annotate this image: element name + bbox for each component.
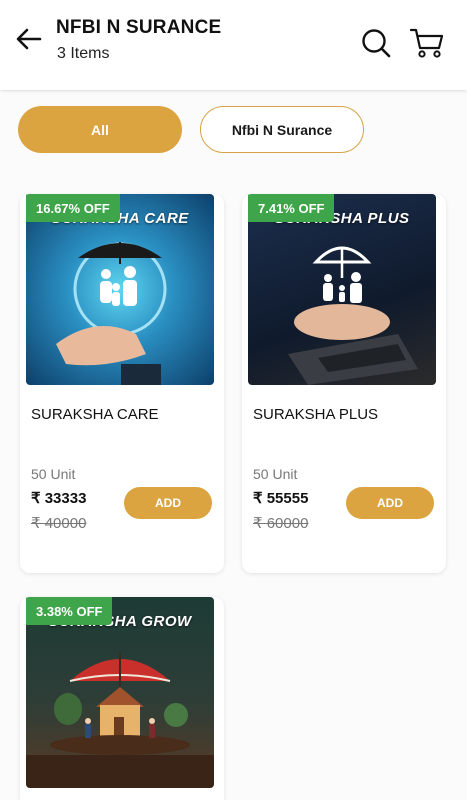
filter-chip-all[interactable]: All bbox=[18, 106, 182, 153]
search-icon[interactable] bbox=[360, 27, 392, 59]
product-unit: 50 Unit bbox=[253, 466, 298, 482]
cart-icon[interactable] bbox=[409, 27, 445, 59]
discount-badge: 3.38% OFF bbox=[26, 597, 113, 625]
product-image[interactable]: SURAKSHA PLUS bbox=[248, 194, 436, 385]
discount-badge: 7.41% OFF bbox=[248, 194, 335, 222]
arrow-left-icon[interactable] bbox=[14, 26, 44, 52]
product-card[interactable]: 7.41% OFF SURAKSHA PLUS SURAKSHA PLUS 50… bbox=[242, 194, 446, 573]
app-header: NFBI N SURANCE 3 Items bbox=[0, 0, 467, 90]
filter-chip-nfbi-n-surance[interactable]: Nfbi N Surance bbox=[200, 106, 364, 153]
product-image[interactable]: SURAKSHA CARE bbox=[26, 194, 214, 385]
add-to-cart-button[interactable]: ADD bbox=[124, 487, 212, 519]
product-card[interactable]: 3.38% OFF SURAKSHA GROW bbox=[20, 597, 224, 800]
product-unit: 50 Unit bbox=[31, 466, 76, 482]
add-to-cart-button[interactable]: ADD bbox=[346, 487, 434, 519]
product-image[interactable]: SURAKSHA GROW bbox=[26, 597, 214, 788]
item-count: 3 Items bbox=[57, 45, 110, 62]
product-mrp: ₹ 60000 bbox=[253, 515, 309, 532]
product-name: SURAKSHA CARE bbox=[31, 406, 159, 423]
product-mrp: ₹ 40000 bbox=[31, 515, 87, 532]
product-price: ₹ 33333 bbox=[31, 490, 87, 507]
product-card[interactable]: 16.67% OFF SURAKSHA CARE SURAKSHA CARE 5… bbox=[20, 194, 224, 573]
product-name: SURAKSHA PLUS bbox=[253, 406, 379, 423]
page-title: NFBI N SURANCE bbox=[56, 17, 222, 38]
discount-badge: 16.67% OFF bbox=[26, 194, 120, 222]
product-price: ₹ 55555 bbox=[253, 490, 309, 507]
